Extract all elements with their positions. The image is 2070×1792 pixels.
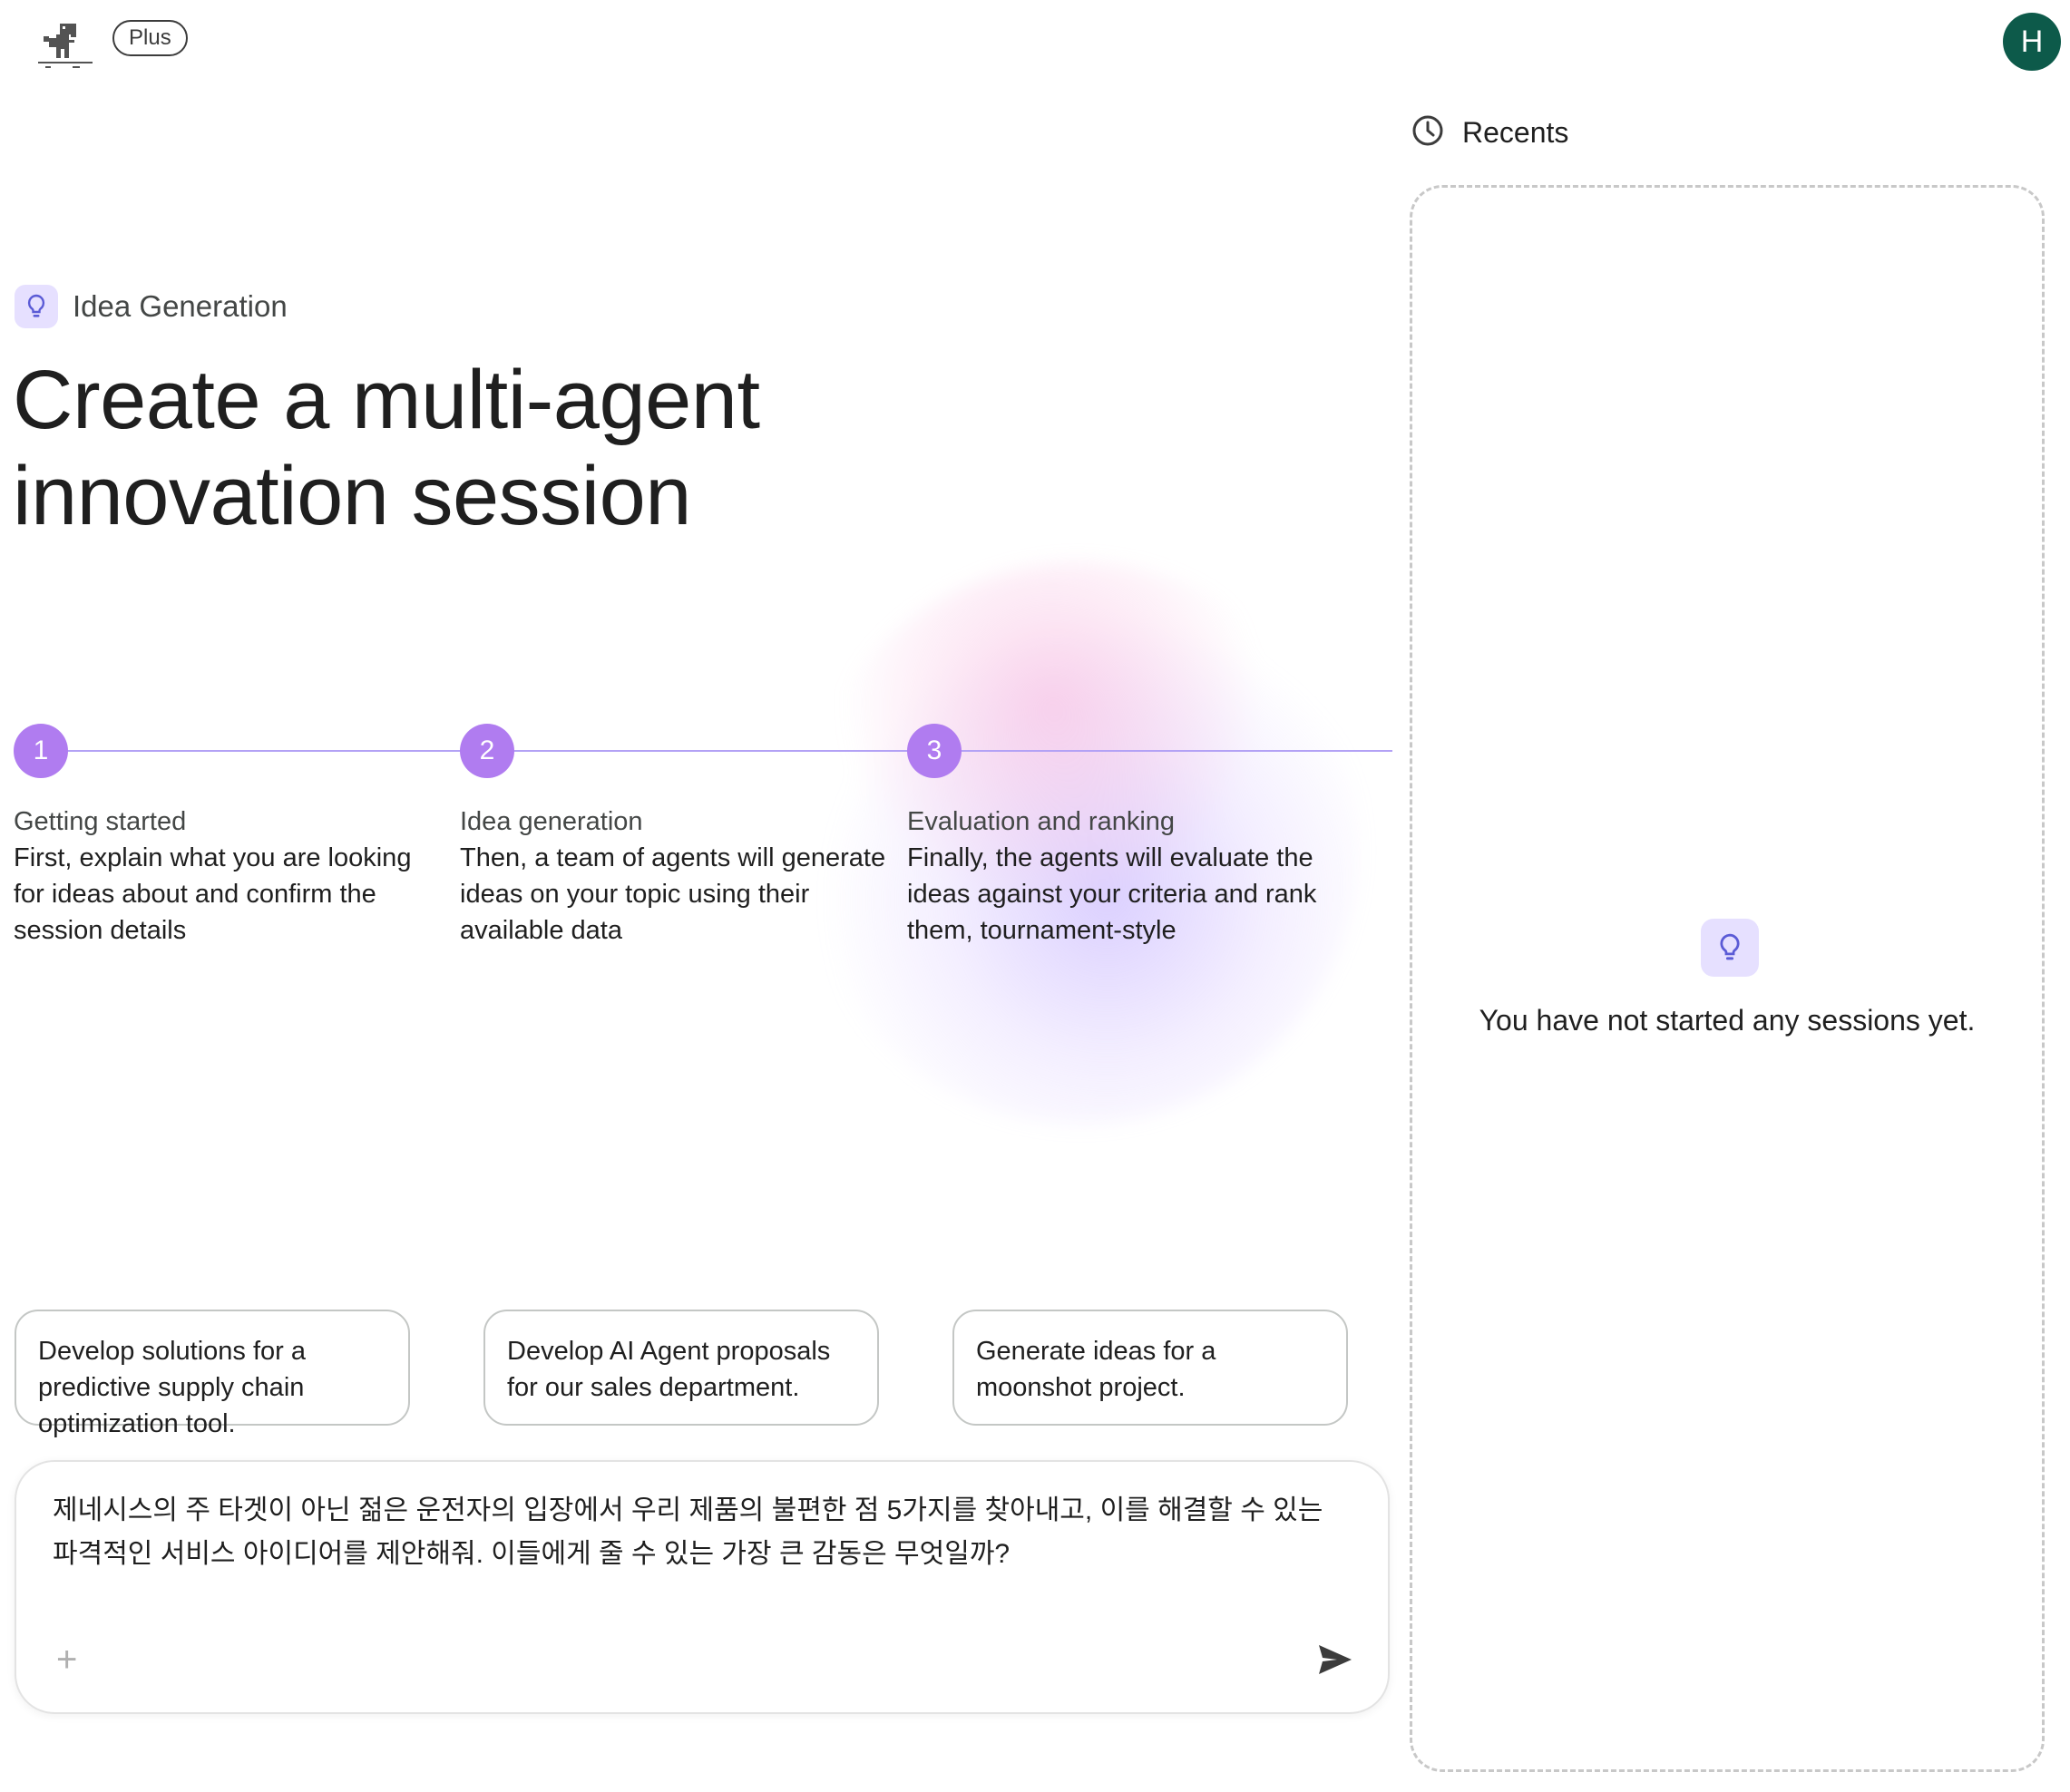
step-3-number: 3 (907, 724, 962, 778)
plus-icon[interactable]: + (56, 1641, 77, 1678)
recents-panel: You have not started any sessions yet. (1410, 185, 2045, 1772)
step-1: Getting started First, explain what you … (14, 803, 440, 949)
page-title: Create a multi-agent innovation session (13, 352, 920, 544)
lightbulb-icon (1701, 919, 1759, 977)
step-3-title: Evaluation and ranking (907, 807, 1176, 836)
category-header: Idea Generation (15, 285, 288, 328)
step-3-description: Finally, the agents will evaluate the id… (907, 843, 1317, 945)
steps-progress-line (54, 750, 1392, 752)
step-3: Evaluation and ranking Finally, the agen… (907, 803, 1333, 949)
step-2-number: 2 (460, 724, 514, 778)
lightbulb-icon (15, 285, 58, 328)
category-label: Idea Generation (73, 289, 288, 323)
step-1-title: Getting started (14, 807, 187, 836)
step-2-description: Then, a team of agents will generate ide… (460, 843, 886, 945)
step-2-title: Idea generation (460, 807, 643, 836)
recents-title: Recents (1462, 116, 1569, 149)
suggestion-chip-1[interactable]: Develop solutions for a predictive suppl… (15, 1310, 410, 1438)
suggestion-chip-2[interactable]: Develop AI Agent proposals for our sales… (483, 1310, 879, 1426)
prompt-text-line-2: 파격적인 서비스 아이디어를 제안해줘. 이들에게 줄 수 있는 가장 큰 감동… (53, 1539, 1011, 1569)
prompt-text[interactable]: 제네시스의 주 타겟이 아닌 젊은 운전자의 입장에서 우리 제품의 불편한 점… (53, 1489, 1333, 1576)
step-1-number: 1 (14, 724, 68, 778)
recents-header: Recents (1411, 114, 1568, 151)
prompt-input[interactable]: 제네시스의 주 타겟이 아닌 젊은 운전자의 입장에서 우리 제품의 불편한 점… (15, 1460, 1390, 1714)
send-icon[interactable] (1317, 1643, 1353, 1676)
plan-badge: Plus (112, 20, 188, 56)
step-1-description: First, explain what you are looking for … (14, 843, 412, 945)
avatar[interactable]: H (2003, 13, 2061, 71)
page-title-line-2: innovation session (13, 450, 691, 542)
clock-icon (1411, 114, 1444, 151)
empty-state-message: You have not started any sessions yet. (1479, 1004, 1976, 1037)
suggestion-chip-3[interactable]: Generate ideas for a moonshot project. (952, 1310, 1348, 1426)
dino-logo[interactable] (36, 20, 94, 71)
step-2: Idea generation Then, a team of agents w… (460, 803, 886, 949)
prompt-text-line-1: 제네시스의 주 타겟이 아닌 젊은 운전자의 입장에서 우리 제품의 불편한 점… (53, 1495, 1323, 1525)
page-title-line-1: Create a multi-agent (13, 354, 760, 446)
